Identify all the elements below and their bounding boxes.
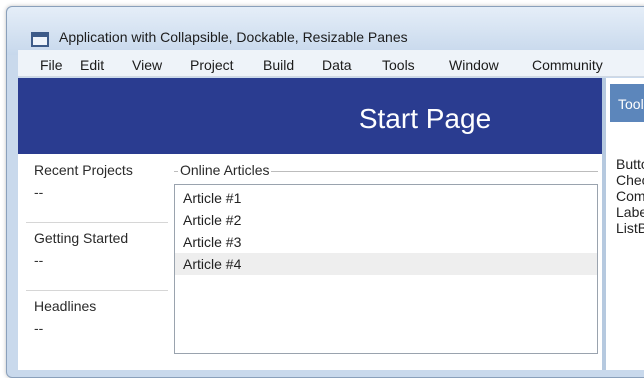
headlines-title: Headlines <box>34 298 97 314</box>
headlines-pane[interactable]: Headlines -- <box>26 294 168 358</box>
menu-build[interactable]: Build <box>263 57 294 73</box>
recent-projects-pane[interactable]: Recent Projects -- <box>26 158 168 223</box>
getting-started-title: Getting Started <box>34 230 129 246</box>
menu-edit[interactable]: Edit <box>80 57 104 73</box>
toolbox-item[interactable]: CheckBox <box>616 172 644 188</box>
toolbox-header[interactable]: Toolbox <box>610 84 644 122</box>
article-list[interactable]: Article #1 Article #2 Article #3 Article… <box>174 184 598 354</box>
toolbox-item[interactable]: Button <box>616 156 644 172</box>
article-item[interactable]: Article #2 <box>175 209 597 231</box>
getting-started-value: -- <box>34 252 44 268</box>
toolbox-pane: Toolbox Button CheckBox ComboBox Label L… <box>602 78 644 370</box>
online-articles-pane: Online Articles Article #1 Article #2 Ar… <box>174 162 602 362</box>
toolbox-item[interactable]: ComboBox <box>616 188 644 204</box>
toolbox-item[interactable]: ListBox <box>616 220 644 236</box>
online-articles-title: Online Articles <box>178 162 272 178</box>
app-window-icon <box>31 32 49 47</box>
menu-file[interactable]: File <box>40 57 63 73</box>
title-bar: Application with Collapsible, Dockable, … <box>7 7 644 55</box>
menu-project[interactable]: Project <box>190 57 234 73</box>
main-content: Start Page Recent Projects -- Getting St… <box>18 78 644 370</box>
start-page-header: Start Page <box>18 78 602 154</box>
menu-community[interactable]: Community <box>532 57 603 73</box>
article-item-selected[interactable]: Article #4 <box>175 253 597 275</box>
article-item[interactable]: Article #1 <box>175 187 597 209</box>
menu-bar: File Edit View Project Build Data Tools … <box>18 50 644 77</box>
recent-projects-title: Recent Projects <box>34 162 133 178</box>
window-title: Application with Collapsible, Dockable, … <box>59 29 408 45</box>
getting-started-pane[interactable]: Getting Started -- <box>26 226 168 291</box>
menu-data[interactable]: Data <box>322 57 352 73</box>
toolbox-list: Button CheckBox ComboBox Label ListBox <box>616 156 644 236</box>
article-item[interactable]: Article #3 <box>175 231 597 253</box>
menu-window[interactable]: Window <box>449 57 499 73</box>
toolbox-title: Toolbox <box>618 96 644 112</box>
headlines-value: -- <box>34 320 44 336</box>
recent-projects-value: -- <box>34 184 44 200</box>
menu-view[interactable]: View <box>132 57 162 73</box>
toolbox-item[interactable]: Label <box>616 204 644 220</box>
menu-tools[interactable]: Tools <box>382 57 415 73</box>
start-page-title: Start Page <box>358 103 492 134</box>
